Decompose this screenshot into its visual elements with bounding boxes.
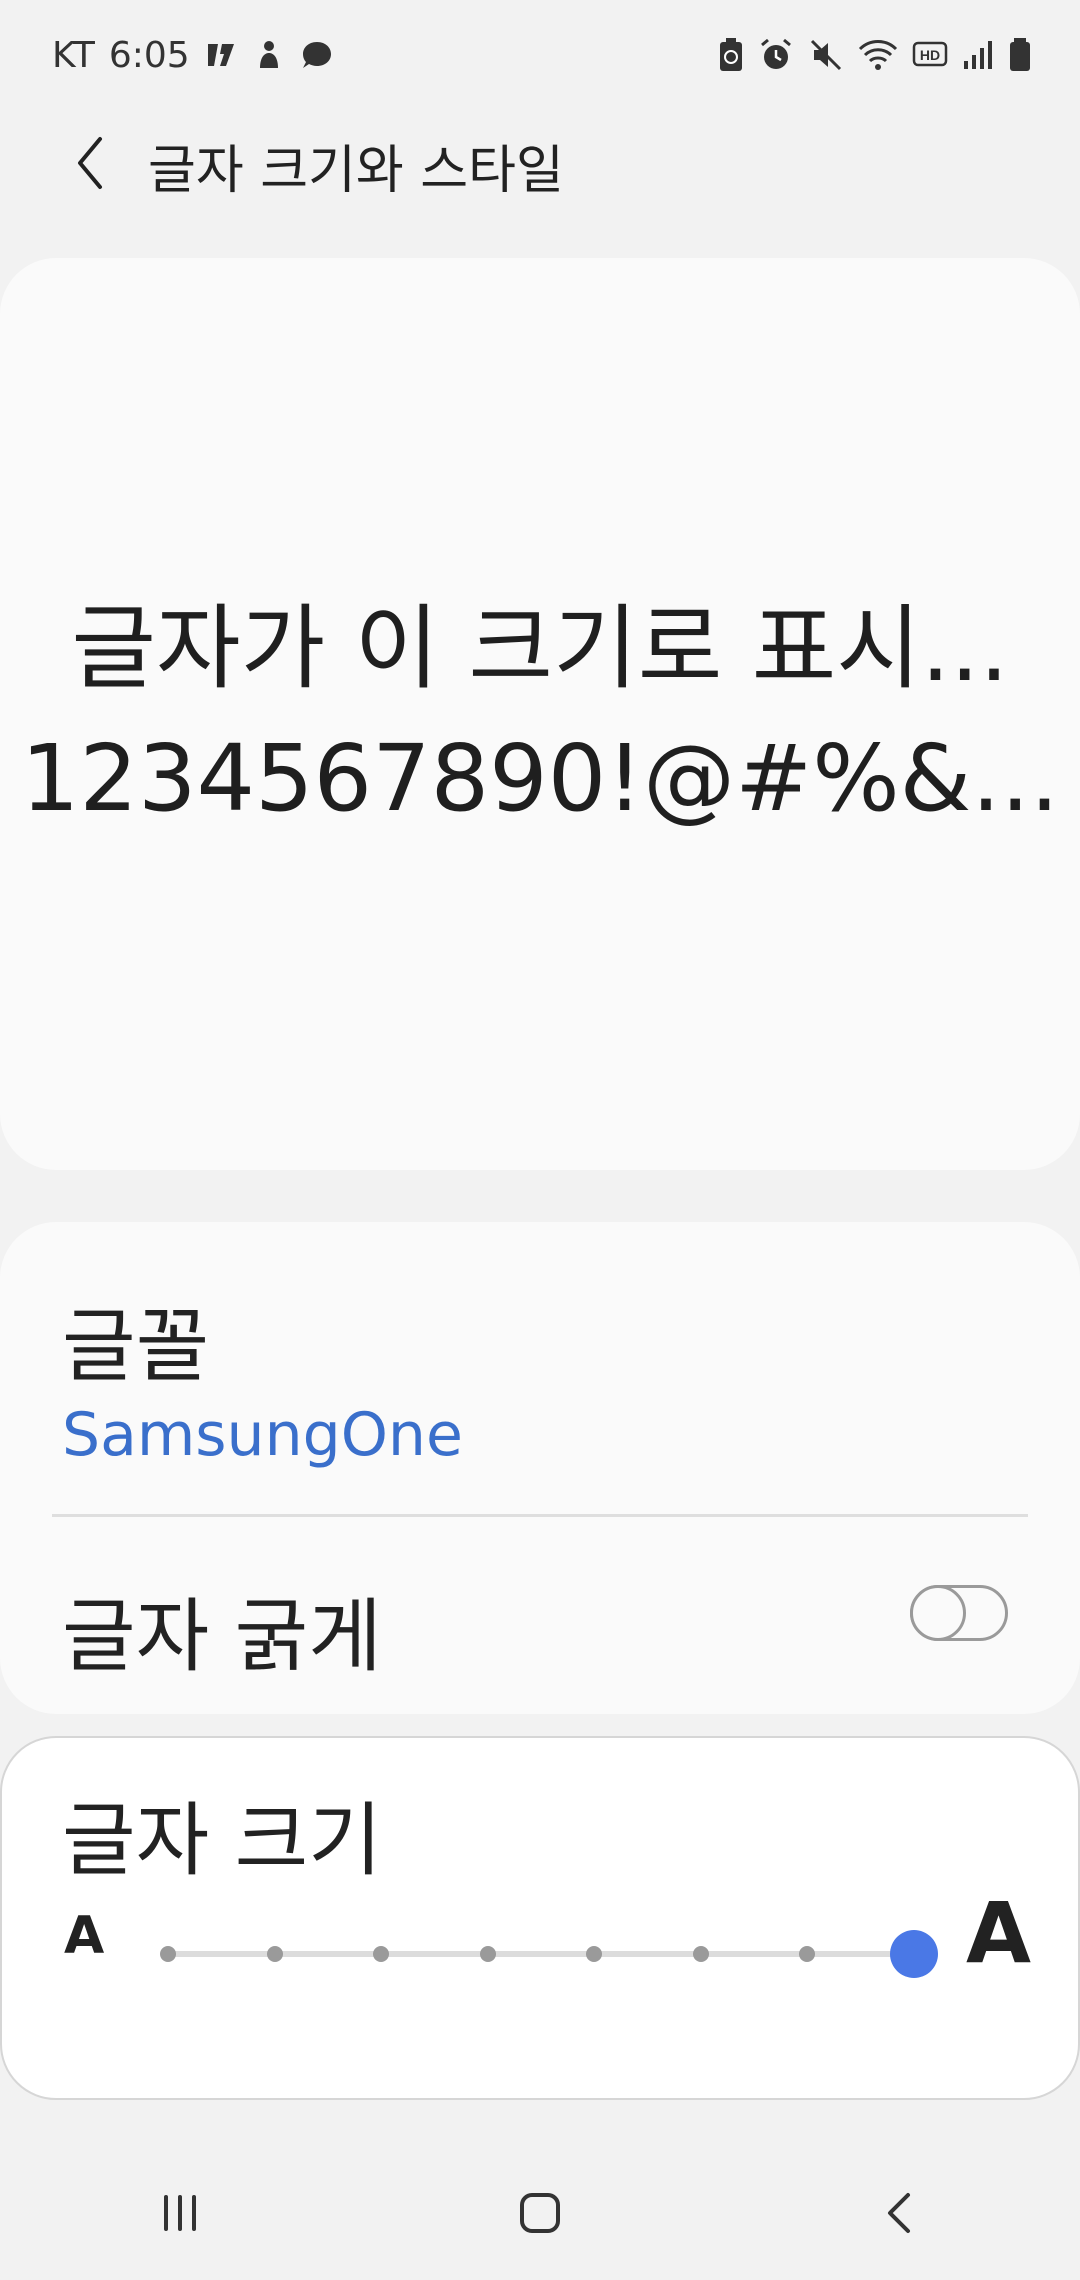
signal-icon: [962, 37, 994, 73]
vibe-icon: [204, 38, 238, 72]
slider-step-dot: [692, 1946, 709, 1962]
status-left: KT 6:05: [52, 35, 334, 76]
wifi-icon: [858, 37, 898, 73]
font-size-label: 글자 크기: [62, 1794, 382, 1887]
svg-text:HD: HD: [920, 47, 940, 63]
app-bar: 글자 크기와 스타일: [0, 110, 1080, 220]
font-value: SamsungOne: [62, 1400, 463, 1470]
navigation-bar: [0, 2150, 1080, 2280]
carrier-label: KT: [52, 34, 95, 76]
bold-font-toggle[interactable]: [910, 1585, 1008, 1641]
battery-saver-icon: [718, 37, 744, 73]
chat-bubble-icon: [300, 38, 334, 72]
large-size-marker: A: [966, 1884, 1032, 1982]
small-size-marker: A: [64, 1906, 105, 1966]
recent-apps-icon: [156, 2193, 204, 2237]
slider-step-dot: [160, 1946, 176, 1962]
toggle-knob: [910, 1585, 966, 1641]
notification-person-icon: [252, 38, 286, 72]
text-preview-card: 글자가 이 크기로 표시... 1234567890!@#%&...: [0, 258, 1080, 1170]
home-button[interactable]: [460, 2150, 620, 2280]
battery-icon: [1008, 37, 1032, 73]
slider-thumb[interactable]: [890, 1930, 938, 1978]
recent-apps-button[interactable]: [100, 2150, 260, 2280]
bold-font-row[interactable]: 글자 굵게: [0, 1517, 1080, 1714]
preview-line-korean: 글자가 이 크기로 표시...: [71, 595, 1009, 702]
slider-step-dot: [586, 1946, 603, 1962]
preview-line-symbols: 1234567890!@#%&...: [20, 725, 1060, 832]
font-label: 글꼴: [62, 1300, 210, 1393]
mute-icon: [808, 37, 844, 73]
alarm-icon: [758, 37, 794, 73]
clock: 6:05: [108, 34, 190, 76]
back-icon: [880, 2189, 920, 2241]
slider-step-dot: [266, 1946, 283, 1962]
font-size-slider[interactable]: [160, 1930, 938, 1978]
back-button[interactable]: [40, 110, 140, 220]
status-bar: KT 6:05 HD: [0, 0, 1080, 110]
bold-font-label: 글자 굵게: [62, 1590, 382, 1683]
font-settings-card: 글꼴 SamsungOne 글자 굵게: [0, 1222, 1080, 1714]
chevron-left-icon: [70, 133, 110, 197]
slider-step-dot: [479, 1946, 496, 1962]
nav-back-button[interactable]: [820, 2150, 980, 2280]
status-right: HD: [718, 37, 1032, 73]
font-size-card: 글자 크기 A A: [0, 1736, 1080, 2100]
slider-step-dot: [373, 1946, 390, 1962]
font-setting-row[interactable]: 글꼴 SamsungOne: [0, 1222, 1080, 1514]
page-title: 글자 크기와 스타일: [148, 140, 564, 201]
hd-icon: HD: [912, 37, 948, 73]
home-icon: [516, 2189, 564, 2241]
slider-step-dot: [799, 1946, 816, 1962]
